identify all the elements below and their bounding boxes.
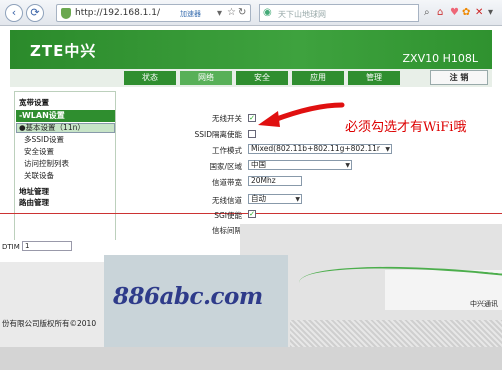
model-name: ZXV10 H108L [402,52,479,65]
sidebar: 宽带设置 -WLAN设置 ●基本设置（11n） 多SSID设置 安全设置 访问控… [14,91,116,261]
footer-brand: 中兴通讯 [470,300,498,308]
channel-label: 无线信道 [212,196,242,205]
search-box[interactable]: ◉ 天下山地球网 [259,4,419,22]
sidebar-item-associated[interactable]: 关联设备 [16,170,115,181]
sidebar-item-address[interactable]: 地址管理 [19,186,49,197]
wireless-switch-label: 无线开关 [212,114,242,123]
close-icon[interactable]: ✕ [475,7,483,18]
mode-label: 工作模式 [212,146,242,155]
header-banner: ZTE中兴 ZXV10 H108L [10,30,492,72]
country-label: 国家/区域 [209,162,242,171]
chevron-down-icon[interactable]: ▾ [488,7,493,18]
sgi-checkbox[interactable]: ✓ [248,210,256,218]
star-icon[interactable]: ☆ [227,7,236,18]
channel-value: 自动 [251,194,266,203]
tab-management[interactable]: 管理 [348,71,400,85]
sidebar-item-security[interactable]: 安全设置 [16,146,115,157]
search-placeholder: 天下山地球网 [278,10,326,19]
ssid-hide-checkbox[interactable] [248,130,256,138]
tab-status[interactable]: 状态 [124,71,176,85]
chevron-down-icon: ▼ [385,146,390,153]
tab-network[interactable]: 网络 [180,71,232,85]
bandwidth-value: 20Mhz [251,176,276,185]
country-select[interactable]: 中国 ▼ [248,160,352,170]
chevron-down-icon: ▼ [295,196,300,203]
tab-application[interactable]: 应用 [292,71,344,85]
sidebar-item-basic[interactable]: ●基本设置（11n） [16,123,115,133]
extension-icon[interactable]: ✿ [462,7,470,18]
ssid-hide-label: SSID隔离使能 [194,130,242,139]
search-engine-icon: ◉ [263,7,272,18]
mode-select[interactable]: Mixed(802.11b+802.11g+802.11r ▼ [248,144,392,154]
tab-security[interactable]: 安全 [236,71,288,85]
sidebar-item-acl[interactable]: 访问控制列表 [16,158,115,169]
watermark-text: 886abc.com [113,283,263,310]
refresh-button[interactable]: ⟳ [26,4,44,22]
copyright-text: 份有限公司版权所有©2010 [2,319,97,328]
shield-icon [61,8,71,19]
accelerator-label[interactable]: 加速器 [180,9,201,19]
sidebar-item-routing[interactable]: 路由管理 [19,197,49,208]
red-arrow-icon [258,102,345,127]
zte-logo: ZTE中兴 [30,42,97,60]
dtim-label: DTIM [2,243,20,251]
country-value: 中国 [251,160,266,169]
sgi-label: SGI使能 [214,211,242,220]
refresh-small-icon[interactable]: ↻ [238,7,246,18]
channel-select[interactable]: 自动 ▼ [248,194,302,204]
url-text: http://192.168.1.1/ [75,8,160,18]
mode-value: Mixed(802.11b+802.11g+802.11r [251,144,380,153]
search-icon[interactable]: ⌕ [424,7,430,18]
home-icon[interactable]: ⌂ [437,7,443,18]
bottom-strip [0,347,502,370]
sidebar-item-broadband[interactable]: 宽带设置 [19,97,49,108]
bandwidth-select[interactable]: 20Mhz [248,176,302,186]
bookmark-icon[interactable]: ▾ [217,8,222,19]
address-bar[interactable]: http://192.168.1.1/ 加速器 ▾ ☆ ↻ [56,4,251,22]
browser-toolbar: ‹ ⟳ http://192.168.1.1/ 加速器 ▾ ☆ ↻ ◉ 天下山地… [0,0,502,26]
sidebar-item-wlan[interactable]: -WLAN设置 [16,110,115,122]
logout-button[interactable]: 注 销 [430,70,488,85]
bandwidth-label: 信道带宽 [212,178,242,187]
screenshot-root: ‹ ⟳ http://192.168.1.1/ 加速器 ▾ ☆ ↻ ◉ 天下山地… [0,0,502,370]
beacon-label: 信标间隔 [212,226,242,235]
tab-bar: 状态 网络 安全 应用 管理 注 销 [10,69,492,87]
dtim-input[interactable]: 1 [22,241,72,251]
chevron-down-icon: ▼ [345,162,350,169]
annotation-text: 必须勾选才有WiFi哦 [345,120,467,135]
back-button[interactable]: ‹ [5,4,23,22]
sidebar-item-multi-ssid[interactable]: 多SSID设置 [16,134,115,145]
heart-icon[interactable]: ♥ [450,7,459,18]
